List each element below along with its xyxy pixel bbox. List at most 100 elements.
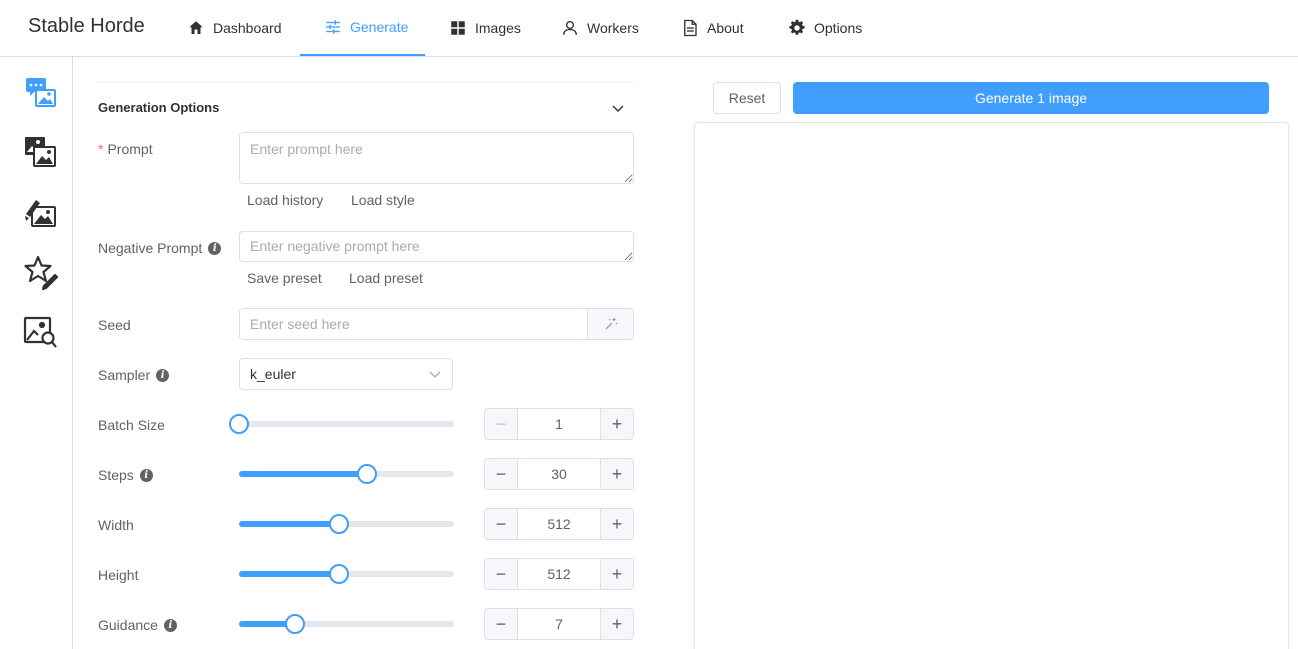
width-stepper: − 512 + [484, 508, 634, 540]
sampler-label-text: Sampler [98, 367, 151, 383]
batch-size-slider[interactable] [229, 414, 454, 434]
slider-handle[interactable] [328, 564, 349, 584]
load-preset-button[interactable]: Load preset [349, 270, 423, 286]
nav-item-workers[interactable]: Workers [561, 0, 639, 56]
info-icon[interactable]: i [163, 618, 177, 632]
guidance-value[interactable]: 7 [518, 609, 600, 639]
decrement-button[interactable]: − [485, 409, 518, 439]
increment-button[interactable]: + [600, 409, 633, 439]
height-value[interactable]: 512 [518, 559, 600, 589]
nav-item-label: Images [475, 20, 521, 36]
height-slider[interactable] [239, 564, 454, 584]
nav-item-dashboard[interactable]: Dashboard [187, 0, 282, 56]
nav-item-label: Options [814, 20, 863, 36]
steps-stepper: − 30 + [484, 458, 634, 490]
negative-prompt-input[interactable] [239, 231, 634, 262]
negative-prompt-label: Negative Prompt i [98, 240, 222, 256]
chevron-down-icon[interactable] [610, 100, 626, 116]
batch-size-stepper: − 1 + [484, 408, 634, 440]
left-sidebar [0, 57, 73, 649]
width-label: Width [98, 517, 134, 533]
height-stepper: − 512 + [484, 558, 634, 590]
info-icon[interactable]: i [156, 368, 170, 382]
document-icon [684, 19, 697, 37]
required-mark: * [98, 141, 104, 157]
grid-icon [451, 21, 465, 35]
user-icon [562, 20, 578, 35]
width-slider[interactable] [239, 514, 454, 534]
nav-item-images[interactable]: Images [449, 0, 521, 56]
generate-button[interactable]: Generate 1 image [793, 82, 1269, 114]
guidance-slider[interactable] [239, 614, 454, 634]
decrement-button[interactable]: − [485, 559, 518, 589]
text-to-image-icon [26, 78, 56, 107]
reset-button[interactable]: Reset [713, 82, 781, 114]
height-label: Height [98, 567, 139, 583]
sidebar-item-rate[interactable] [22, 254, 59, 291]
steps-label-text: Steps [98, 467, 134, 483]
slider-handle[interactable] [229, 414, 249, 434]
increment-button[interactable]: + [600, 559, 633, 589]
sampler-value: k_euler [250, 366, 296, 382]
image-to-image-icon [25, 137, 56, 167]
guidance-label: Guidance i [98, 617, 177, 633]
slider-handle[interactable] [328, 514, 349, 534]
increment-button[interactable]: + [600, 459, 633, 489]
gear-icon [789, 19, 805, 35]
sampler-select[interactable]: k_euler [239, 358, 453, 390]
prompt-label-text: Prompt [107, 141, 153, 157]
nav-item-label: Generate [350, 19, 409, 35]
slider-fill [239, 571, 339, 577]
seed-label: Seed [98, 317, 131, 333]
chevron-down-icon [429, 371, 441, 378]
home-icon [189, 21, 203, 34]
top-navbar: Stable Horde Dashboard Generate Images W… [0, 0, 1298, 57]
nav-item-label: Dashboard [213, 20, 282, 36]
nav-item-label: About [707, 20, 744, 36]
sidebar-item-interrogate[interactable] [22, 314, 58, 350]
info-icon[interactable]: i [139, 468, 153, 482]
decrement-button[interactable]: − [485, 459, 518, 489]
nav-item-about[interactable]: About [681, 0, 744, 56]
slider-handle[interactable] [284, 614, 305, 634]
app-title: Stable Horde [28, 15, 145, 37]
batch-size-value[interactable]: 1 [518, 409, 600, 439]
rate-icon [24, 255, 59, 291]
sidebar-item-image-to-image[interactable] [22, 134, 58, 170]
slider-handle[interactable] [356, 464, 377, 484]
nav-item-generate[interactable]: Generate [300, 0, 425, 56]
steps-label: Steps i [98, 467, 153, 483]
prompt-input[interactable] [239, 132, 634, 184]
load-history-button[interactable]: Load history [247, 192, 323, 208]
random-seed-button[interactable] [587, 308, 634, 340]
increment-button[interactable]: + [600, 609, 633, 639]
slider-fill [239, 471, 367, 477]
prompt-label: * Prompt [98, 141, 153, 157]
decrement-button[interactable]: − [485, 509, 518, 539]
steps-slider[interactable] [239, 464, 454, 484]
guidance-stepper: − 7 + [484, 608, 634, 640]
width-value[interactable]: 512 [518, 509, 600, 539]
batch-size-label: Batch Size [98, 417, 165, 433]
sidebar-item-inpainting[interactable] [22, 194, 58, 230]
seed-input[interactable] [239, 308, 588, 340]
load-style-button[interactable]: Load style [351, 192, 415, 208]
decrement-button[interactable]: − [485, 609, 518, 639]
sliders-icon [326, 20, 340, 34]
nav-item-label: Workers [587, 20, 639, 36]
steps-value[interactable]: 30 [518, 459, 600, 489]
increment-button[interactable]: + [600, 509, 633, 539]
interrogate-icon [23, 316, 57, 348]
sampler-label: Sampler i [98, 367, 170, 383]
sidebar-item-text-to-image[interactable] [22, 74, 58, 110]
nav-item-options[interactable]: Options [788, 0, 862, 56]
section-title: Generation Options [98, 100, 220, 115]
info-icon[interactable]: i [208, 241, 222, 255]
image-preview-panel [694, 122, 1289, 649]
inpainting-icon [25, 200, 56, 227]
generation-form: Generation Options * Prompt Load history… [98, 57, 634, 649]
magic-icon [605, 318, 617, 330]
negative-prompt-label-text: Negative Prompt [98, 240, 203, 256]
guidance-label-text: Guidance [98, 617, 158, 633]
save-preset-button[interactable]: Save preset [247, 270, 322, 286]
